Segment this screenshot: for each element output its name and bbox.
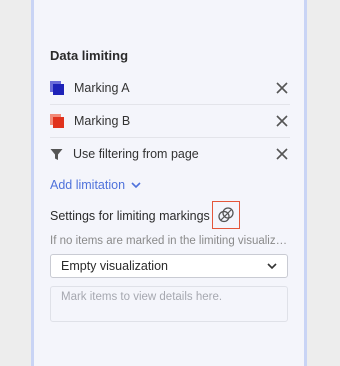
remove-limitation-button[interactable] [274,113,290,129]
limitation-label: Marking A [74,81,130,95]
remove-limitation-button[interactable] [274,146,290,162]
limitation-row-marking-b: Marking B [50,105,290,137]
settings-label: Settings for limiting markings [50,209,210,223]
close-icon [276,82,288,94]
close-icon [276,148,288,160]
section-title: Data limiting [50,48,129,63]
add-limitation-label: Add limitation [50,178,126,192]
marking-icon [50,114,64,128]
select-value: Empty visualization [61,259,168,273]
limitation-row-marking-a: Marking A [50,72,290,104]
link-circles-icon [218,207,234,223]
marking-icon [50,81,64,95]
add-limitation-button[interactable]: Add limitation [50,178,141,192]
chevron-down-icon [131,181,141,188]
remove-limitation-button[interactable] [274,80,290,96]
details-panel-border: Data limiting Marking A Marking B Use fi… [31,0,307,366]
close-icon [276,115,288,127]
limiting-settings-button[interactable] [212,201,240,229]
empty-behavior-select[interactable]: Empty visualization [50,254,288,278]
details-textarea[interactable]: Mark items to view details here. [50,286,288,322]
limitation-row-filtering: Use filtering from page [50,138,290,170]
limitation-label: Marking B [74,114,131,128]
details-panel: Data limiting Marking A Marking B Use fi… [34,0,304,366]
chevron-down-icon [267,262,277,269]
limitation-label: Use filtering from page [73,147,199,161]
filter-icon [50,148,63,160]
settings-hint: If no items are marked in the limiting v… [50,235,290,247]
